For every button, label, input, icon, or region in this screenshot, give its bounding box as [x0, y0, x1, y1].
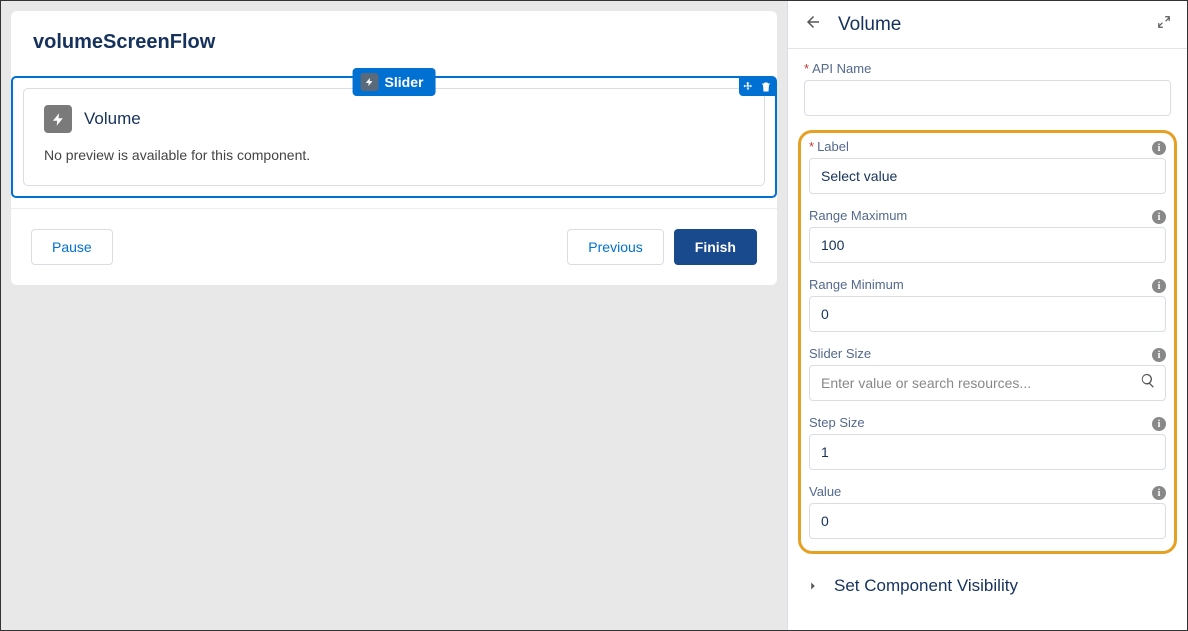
label-input[interactable]	[809, 158, 1166, 194]
highlighted-properties: * Label i Range Maximum i Range Minimum	[798, 130, 1177, 554]
step-size-input[interactable]	[809, 434, 1166, 470]
lightning-icon	[361, 73, 379, 91]
value-input[interactable]	[809, 503, 1166, 539]
range-max-label: Range Maximum	[809, 208, 907, 223]
step-size-label: Step Size	[809, 415, 865, 430]
canvas-area: volumeScreenFlow Slider	[1, 1, 787, 630]
flow-screen-card: volumeScreenFlow Slider	[11, 11, 777, 285]
back-arrow-icon[interactable]	[804, 13, 822, 36]
flow-title: volumeScreenFlow	[33, 31, 755, 54]
move-icon[interactable]	[739, 78, 757, 96]
field-range-max: Range Maximum i	[809, 208, 1166, 263]
pause-button[interactable]: Pause	[31, 229, 113, 265]
info-icon[interactable]: i	[1152, 279, 1166, 293]
info-icon[interactable]: i	[1152, 210, 1166, 224]
visibility-label: Set Component Visibility	[834, 576, 1018, 596]
info-icon[interactable]: i	[1152, 486, 1166, 500]
value-label: Value	[809, 484, 841, 499]
slider-size-input[interactable]	[809, 365, 1166, 401]
field-step-size: Step Size i	[809, 415, 1166, 470]
range-min-input[interactable]	[809, 296, 1166, 332]
chevron-right-icon	[806, 579, 820, 593]
range-min-label: Range Minimum	[809, 277, 904, 292]
slider-size-label: Slider Size	[809, 346, 871, 361]
required-indicator: *	[809, 139, 814, 154]
screen-footer: Pause Previous Finish	[11, 208, 777, 285]
previous-button[interactable]: Previous	[567, 229, 663, 265]
range-max-input[interactable]	[809, 227, 1166, 263]
api-name-input[interactable]	[804, 80, 1171, 116]
lightning-icon	[44, 105, 72, 133]
no-preview-message: No preview is available for this compone…	[44, 147, 744, 163]
component-title: Volume	[84, 109, 141, 129]
field-label: * Label i	[809, 139, 1166, 194]
required-indicator: *	[804, 61, 809, 76]
component-type-label: Slider	[385, 74, 424, 90]
label-label: Label	[817, 139, 849, 154]
info-icon[interactable]: i	[1152, 417, 1166, 431]
component-toolbar	[739, 78, 775, 96]
field-value: Value i	[809, 484, 1166, 539]
visibility-accordion[interactable]: Set Component Visibility	[804, 568, 1171, 604]
expand-icon[interactable]	[1157, 15, 1171, 34]
panel-title: Volume	[838, 14, 1141, 36]
field-range-min: Range Minimum i	[809, 277, 1166, 332]
finish-button[interactable]: Finish	[674, 229, 757, 265]
info-icon[interactable]: i	[1152, 348, 1166, 362]
properties-panel: Volume * API Name * Label	[787, 1, 1187, 630]
field-api-name: * API Name	[804, 61, 1171, 116]
field-slider-size: Slider Size i	[809, 346, 1166, 401]
api-name-label: API Name	[812, 61, 871, 76]
delete-icon[interactable]	[757, 78, 775, 96]
info-icon[interactable]: i	[1152, 141, 1166, 155]
component-type-tag: Slider	[353, 68, 436, 96]
search-icon[interactable]	[1140, 373, 1156, 394]
